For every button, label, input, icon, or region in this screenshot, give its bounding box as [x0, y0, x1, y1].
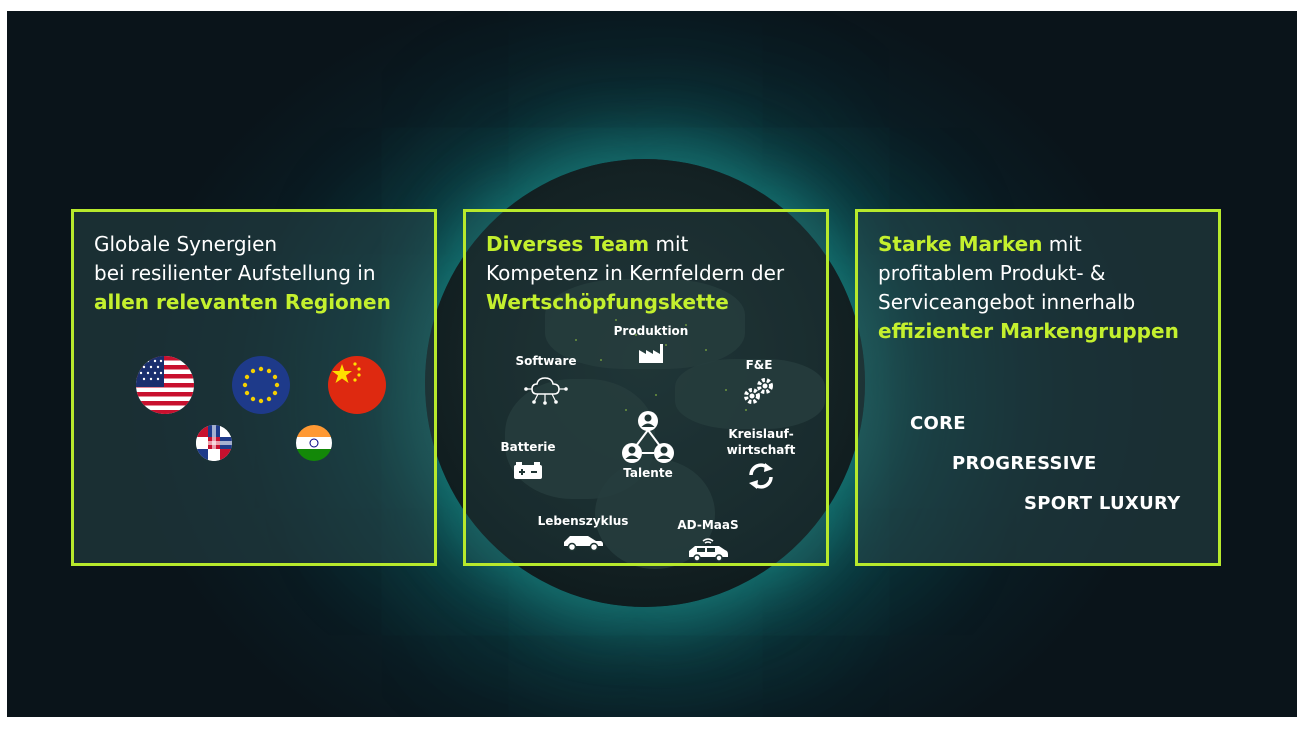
admaas-label: AD-MaaS [677, 518, 739, 532]
slide-background: Globale Synergien bei resilienter Aufste… [7, 11, 1297, 717]
fe-label: F&E [745, 358, 773, 372]
lebenszyklus-label: Lebenszyklus [537, 514, 629, 528]
kreislauf-item: Kreislauf- wirtschaft [718, 426, 804, 490]
multi-flag-icon [196, 425, 232, 461]
heading-line: bei resilienter Aufstellung in [94, 261, 376, 285]
heading-highlight: Diverses Team [486, 232, 650, 256]
brand-core: CORE [910, 413, 966, 434]
car-icon [564, 536, 603, 552]
china-flag-icon [328, 356, 386, 414]
panel-diverse-team: Diverses Team mit Kompetenz in Kernfelde… [463, 209, 829, 566]
heading-highlight: effizienter Markengruppen [878, 319, 1179, 343]
battery-icon [514, 462, 542, 479]
heading-line: Starke Marken mit [878, 230, 1179, 259]
talente-item: Talente [608, 406, 688, 480]
batterie-item: Batterie [488, 440, 568, 480]
panel-strong-brands: Starke Marken mit profitablem Produkt- &… [855, 209, 1221, 566]
kreislauf-label: wirtschaft [726, 443, 796, 457]
factory-icon [639, 344, 663, 363]
software-item: Software [506, 354, 586, 406]
india-flag-icon [296, 425, 332, 461]
heading-text: mit [1042, 232, 1082, 256]
panel-heading: Starke Marken mit profitablem Produkt- &… [878, 230, 1179, 346]
produktion-label: Produktion [613, 324, 689, 338]
team-icon [622, 411, 674, 463]
panel-global-synergies: Globale Synergien bei resilienter Aufste… [71, 209, 437, 566]
heading-highlight: Starke Marken [878, 232, 1043, 256]
kreislauf-label: Kreislauf- [728, 427, 794, 441]
heading-highlight: Wertschöpfungskette [486, 290, 729, 314]
software-label: Software [515, 354, 577, 368]
panel-heading: Diverses Team mit Kompetenz in Kernfelde… [486, 230, 784, 317]
heading-line: Globale Synergien [94, 232, 278, 256]
eu-flag-icon [232, 356, 290, 414]
heading-line: Diverses Team mit [486, 230, 784, 259]
heading-highlight: allen relevanten Regionen [94, 290, 391, 314]
fe-item: F&E [724, 358, 794, 406]
brand-progressive: PROGRESSIVE [952, 453, 1097, 474]
produktion-item: Produktion [606, 324, 696, 364]
lebenszyklus-item: Lebenszyklus [528, 514, 638, 552]
usa-flag-icon [136, 356, 194, 414]
heading-text: mit [649, 232, 689, 256]
gears-icon [744, 378, 773, 404]
brand-sport-luxury: SPORT LUXURY [1024, 493, 1181, 514]
admaas-item: AD-MaaS [668, 518, 748, 562]
connected-car-icon [689, 538, 728, 562]
heading-line: Kompetenz in Kernfeldern der [486, 261, 785, 285]
heading-line: profitablem Produkt- & [878, 261, 1106, 285]
batterie-label: Batterie [500, 440, 556, 454]
cloud-network-icon [524, 377, 568, 405]
heading-line: Serviceangebot innerhalb [878, 290, 1136, 314]
recycle-icon [749, 463, 773, 489]
talente-label: Talente [623, 466, 673, 480]
panel-heading: Globale Synergien bei resilienter Aufste… [94, 230, 391, 317]
